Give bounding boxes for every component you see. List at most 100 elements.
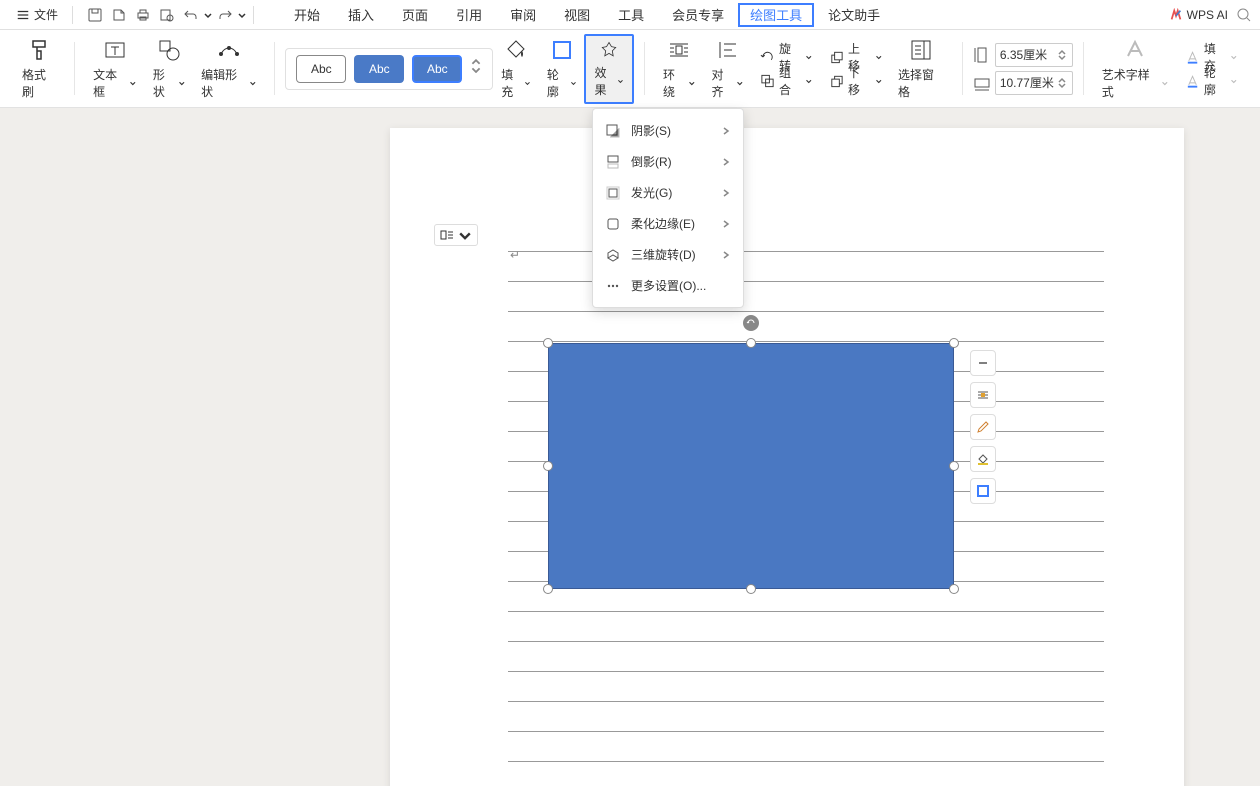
style-preset-2[interactable]: Abc — [354, 55, 404, 83]
menu-item-label: 柔化边缘(E) — [631, 215, 711, 232]
menu-item-more-settings[interactable]: 更多设置(O)... — [593, 270, 743, 301]
export-icon — [111, 7, 127, 23]
menu-item-glow[interactable]: 发光(G) — [593, 177, 743, 208]
resize-handle-ml[interactable] — [543, 461, 553, 471]
underline-row — [508, 642, 1104, 672]
collapse-button[interactable] — [970, 350, 996, 376]
edit-shape-button[interactable]: 编辑形状 — [193, 34, 264, 104]
chevron-right-icon — [721, 188, 731, 198]
chevron-down-icon — [470, 66, 482, 73]
selected-shape[interactable] — [548, 343, 954, 589]
shapes-button[interactable]: 形状 — [145, 34, 193, 104]
menu-item-label: 更多设置(O)... — [631, 277, 731, 294]
menu-item-soft-edge[interactable]: 柔化边缘(E) — [593, 208, 743, 239]
separator — [1083, 42, 1084, 95]
move-down-button[interactable]: 下移 — [825, 70, 886, 92]
chevron-down-icon — [1230, 77, 1238, 85]
tab-drawing-tools[interactable]: 绘图工具 — [738, 3, 814, 27]
redo-button[interactable] — [213, 3, 237, 27]
height-input[interactable]: 6.35厘米 — [995, 43, 1073, 67]
resize-handle-br[interactable] — [949, 584, 959, 594]
tab-view[interactable]: 视图 — [550, 0, 604, 30]
search-icon[interactable] — [1236, 7, 1252, 23]
print-icon — [135, 7, 151, 23]
resize-handle-bm[interactable] — [746, 584, 756, 594]
height-row: 6.35厘米 — [973, 43, 1073, 67]
shadow-icon — [605, 123, 621, 139]
spin-down-icon — [1058, 55, 1066, 61]
file-menu-button[interactable]: 文件 — [8, 3, 66, 27]
outline-quick-button[interactable] — [970, 478, 996, 504]
menu-item-shadow[interactable]: 阴影(S) — [593, 115, 743, 146]
chevron-down-icon — [736, 79, 744, 87]
shapes-icon — [157, 38, 181, 62]
rotate-handle-icon — [746, 318, 756, 328]
resize-handle-tl[interactable] — [543, 338, 553, 348]
width-input[interactable]: 10.77厘米 — [995, 71, 1073, 95]
fill-button[interactable]: 填充 — [493, 34, 539, 104]
format-painter-button[interactable]: 格式刷 — [14, 34, 64, 104]
tab-review[interactable]: 审阅 — [496, 0, 550, 30]
chevron-down-icon — [1161, 79, 1169, 87]
wps-ai-icon — [1169, 8, 1183, 22]
group-button[interactable]: 组合 — [756, 70, 817, 92]
ribbon-group-arrange: 环绕 对齐 旋转 组合 上移 — [649, 34, 958, 103]
wps-ai-button[interactable]: WPS AI — [1169, 8, 1228, 22]
resize-handle-tr[interactable] — [949, 338, 959, 348]
selection-pane-button[interactable]: 选择窗格 — [890, 34, 952, 104]
tab-page[interactable]: 页面 — [388, 0, 442, 30]
print-button[interactable] — [131, 3, 155, 27]
menu-item-label: 倒影(R) — [631, 153, 711, 170]
chevron-down-icon[interactable] — [237, 10, 247, 20]
tab-thesis[interactable]: 论文助手 — [814, 0, 894, 30]
edit-button[interactable] — [970, 414, 996, 440]
align-button[interactable]: 对齐 — [703, 34, 751, 104]
tab-insert[interactable]: 插入 — [334, 0, 388, 30]
layout-options-button[interactable] — [970, 382, 996, 408]
shape-style-gallery[interactable]: Abc Abc Abc — [285, 48, 493, 90]
text-fill-icon — [1185, 49, 1200, 65]
align-icon — [716, 38, 740, 62]
outline-button[interactable]: 轮廓 — [539, 34, 585, 104]
resize-handle-mr[interactable] — [949, 461, 959, 471]
resize-handle-bl[interactable] — [543, 584, 553, 594]
tab-references[interactable]: 引用 — [442, 0, 496, 30]
style-preset-1[interactable]: Abc — [296, 55, 346, 83]
separator — [644, 42, 645, 95]
effects-button[interactable]: 效果 — [584, 34, 634, 104]
undo-button[interactable] — [179, 3, 203, 27]
width-spinner[interactable] — [1058, 77, 1068, 89]
text-box-button[interactable]: 文本框 — [85, 34, 145, 104]
underline-row — [508, 732, 1104, 762]
fill-quick-button[interactable] — [970, 446, 996, 472]
tab-member[interactable]: 会员专享 — [658, 0, 738, 30]
style-gallery-expand[interactable] — [470, 59, 482, 79]
menu-item-reflection[interactable]: 倒影(R) — [593, 146, 743, 177]
wrap-inline-icon — [439, 227, 455, 243]
wrap-button[interactable]: 环绕 — [655, 34, 703, 104]
format-painter-icon — [27, 38, 51, 62]
resize-handle-tm[interactable] — [746, 338, 756, 348]
menu-item-3d-rotation[interactable]: 三维旋转(D) — [593, 239, 743, 270]
style-preset-3[interactable]: Abc — [412, 55, 462, 83]
separator — [72, 6, 73, 24]
chevron-right-icon — [721, 157, 731, 167]
height-icon — [973, 46, 991, 64]
save-button[interactable] — [83, 3, 107, 27]
export-button[interactable] — [107, 3, 131, 27]
rectangle-shape[interactable] — [548, 343, 954, 589]
tab-home[interactable]: 开始 — [280, 0, 334, 30]
height-spinner[interactable] — [1058, 49, 1068, 61]
rotate-handle[interactable] — [743, 315, 759, 331]
text-outline-icon — [1185, 73, 1200, 89]
inline-wrap-toolbar[interactable] — [434, 224, 478, 246]
wrap-icon — [667, 38, 691, 62]
wrap-label: 环绕 — [663, 66, 686, 100]
preview-button[interactable] — [155, 3, 179, 27]
ribbon: 格式刷 文本框 形状 编辑形状 Abc Abc Abc 填充 — [0, 30, 1260, 108]
tab-tools[interactable]: 工具 — [604, 0, 658, 30]
soft-edge-icon — [605, 216, 621, 232]
chevron-down-icon[interactable] — [457, 227, 473, 243]
redo-icon — [217, 7, 233, 23]
chevron-down-icon[interactable] — [203, 10, 213, 20]
